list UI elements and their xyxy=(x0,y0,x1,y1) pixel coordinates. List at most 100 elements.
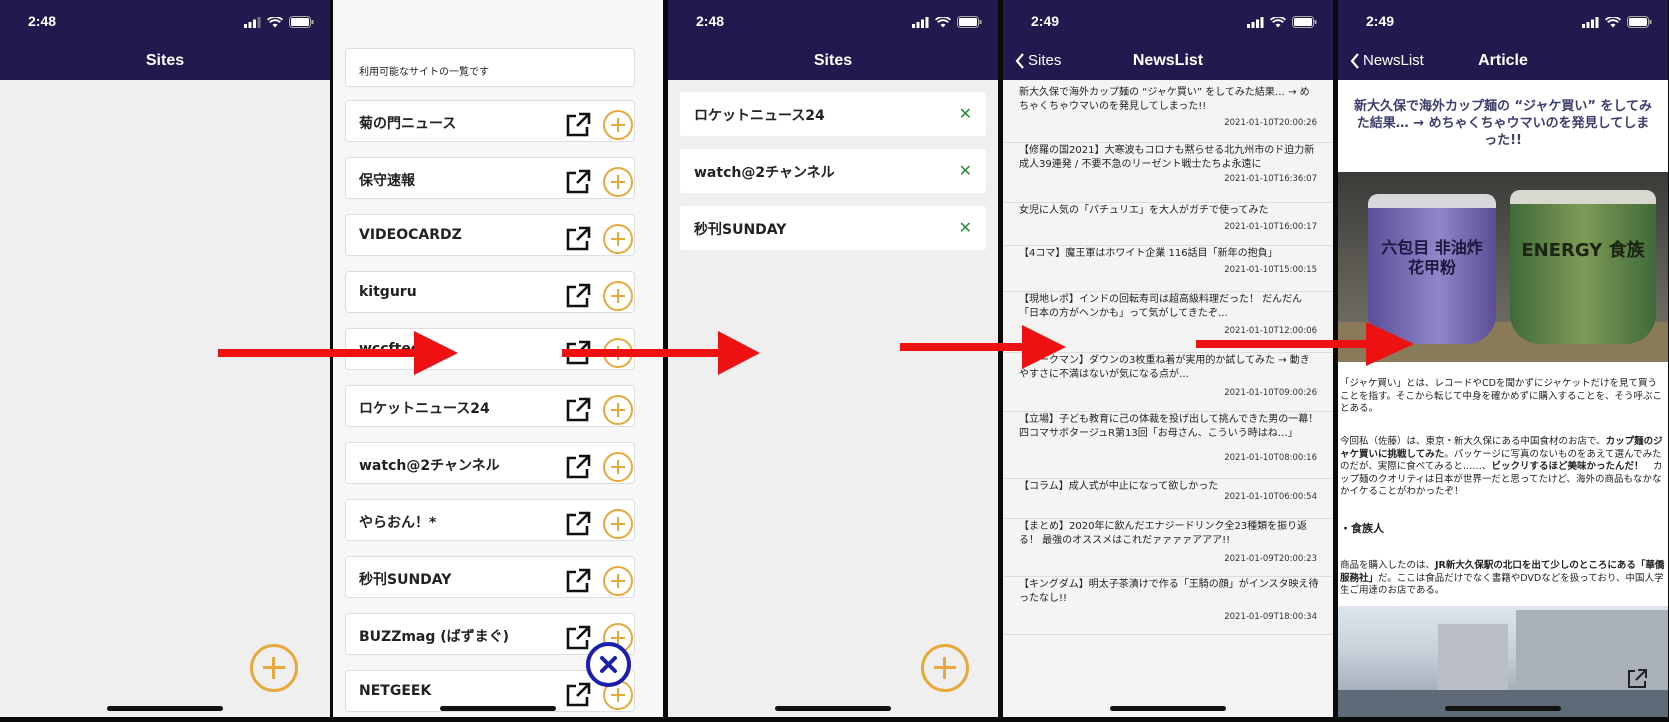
selected-site-label: ロケットニュース24 xyxy=(694,108,825,124)
news-item[interactable]: 【コラム】成人式が中止になって欲しかった 2021-01-10T06:00:54 xyxy=(1003,480,1333,519)
news-item[interactable]: 【修羅の国2021】大寒波もコロナも黙らせる北九州市のド迫力新成人39連発 / … xyxy=(1003,144,1333,203)
picker-header-text: 利用可能なサイトの一覧です xyxy=(359,67,489,78)
open-external-icon[interactable] xyxy=(564,681,592,709)
news-item[interactable]: 新大久保で海外カップ麺の “ジャケ買い” をしてみた結果… → めちゃくちゃウマ… xyxy=(1003,86,1333,143)
photo-street xyxy=(1338,690,1668,717)
add-site-icon[interactable] xyxy=(603,452,633,482)
p3-text-a: 商品を購入したのは、 xyxy=(1340,560,1436,571)
open-external-icon[interactable] xyxy=(564,453,592,481)
article-paragraph-3: 商品を購入したのは、JR新大久保駅の北口を出て少しのところにある「華僑服務社」だ… xyxy=(1340,560,1666,598)
open-external-icon[interactable] xyxy=(564,567,592,595)
site-item[interactable]: 保守速報 xyxy=(345,157,635,199)
status-icons xyxy=(1582,16,1652,28)
page-title: NewsList xyxy=(1132,52,1204,69)
status-icons xyxy=(244,16,314,28)
site-item[interactable]: ロケットニュース24 xyxy=(345,385,635,427)
open-external-icon[interactable] xyxy=(564,225,592,253)
selected-site-label: watch@2チャンネル xyxy=(694,165,835,181)
battery-icon xyxy=(1627,16,1652,28)
site-item[interactable]: やらおん！* xyxy=(345,499,635,541)
news-item-date: 2021-01-09T20:00:23 xyxy=(1224,554,1317,564)
picker-header: 利用可能なサイトの一覧です xyxy=(345,48,635,87)
cup-right: ENERGY 食族 xyxy=(1510,190,1656,344)
p2-bold-b: ビックリするほど美味かったんだ！ xyxy=(1491,461,1644,472)
open-external-icon[interactable] xyxy=(564,396,592,424)
status-time: 2:49 xyxy=(1031,13,1060,29)
nav-bar: Sites xyxy=(668,46,998,80)
news-item[interactable]: 【キングダム】明太子茶漬けで作る「王騎の顔」がインスタ映え待ったなし!! 2021… xyxy=(1003,578,1333,635)
open-external-icon[interactable] xyxy=(564,282,592,310)
add-site-button[interactable] xyxy=(250,644,298,692)
cup-left-label: 六包目 非油炸 花甲粉 xyxy=(1381,238,1483,277)
nav-bar: Sites xyxy=(0,46,330,80)
site-item[interactable]: VIDEOCARDZ xyxy=(345,214,635,256)
news-item-title: 【修羅の国2021】大寒波もコロナも黙らせる北九州市のド迫力新成人39連発 / … xyxy=(1019,145,1315,170)
site-item-label: ロケットニュース24 xyxy=(359,401,490,417)
signal-icon xyxy=(244,16,261,28)
add-site-icon[interactable] xyxy=(603,281,633,311)
status-icons xyxy=(1247,16,1317,28)
wifi-icon xyxy=(1605,16,1621,27)
open-external-icon[interactable] xyxy=(564,510,592,538)
home-indicator xyxy=(1445,706,1561,711)
add-site-button[interactable] xyxy=(921,644,969,692)
site-item-label: BUZZmag (ばずまぐ) xyxy=(359,629,510,645)
status-icons xyxy=(912,16,982,28)
open-external-icon[interactable] xyxy=(564,111,592,139)
add-site-icon[interactable] xyxy=(603,509,633,539)
selected-site-item[interactable]: watch@2チャンネル ✕ xyxy=(680,149,986,193)
home-indicator xyxy=(440,706,556,711)
news-item[interactable]: 【立場】子ども教育に己の体裁を投げ出して挑んできた男の一幕！ 四コマサボタージュ… xyxy=(1003,413,1333,479)
open-external-icon[interactable] xyxy=(1626,668,1648,690)
battery-icon xyxy=(289,16,314,28)
news-item-title: 新大久保で海外カップ麺の “ジャケ買い” をしてみた結果… → めちゃくちゃウマ… xyxy=(1019,87,1310,112)
selected-site-item[interactable]: 秒刊SUNDAY ✕ xyxy=(680,206,986,250)
news-item-title: 【まとめ】2020年に飲んだエナジードリンク全23種類を振り返る！ 最強のオスス… xyxy=(1019,521,1308,546)
open-external-icon[interactable] xyxy=(564,168,592,196)
remove-site-icon[interactable]: ✕ xyxy=(959,218,972,237)
wifi-icon xyxy=(935,16,951,27)
site-item[interactable]: watch@2チャンネル xyxy=(345,442,635,484)
status-time: 2:48 xyxy=(696,13,725,29)
site-item-label: 秒刊SUNDAY xyxy=(359,572,452,588)
news-item-title: 【現地レポ】インドの回転寿司は超高級料理だった！ だんだん「日本の方がヘンかも」… xyxy=(1019,294,1303,319)
add-site-icon[interactable] xyxy=(603,167,633,197)
news-item-date: 2021-01-10T16:36:07 xyxy=(1224,174,1317,184)
site-item[interactable]: 秒刊SUNDAY xyxy=(345,556,635,598)
news-item-date: 2021-01-09T18:00:34 xyxy=(1224,612,1317,622)
site-item-label: やらおん！* xyxy=(359,515,437,531)
article-photo-2 xyxy=(1338,606,1668,717)
selected-site-item[interactable]: ロケットニュース24 ✕ xyxy=(680,92,986,136)
add-site-icon[interactable] xyxy=(603,566,633,596)
wifi-icon xyxy=(267,16,283,27)
transition-arrow-1 xyxy=(218,331,458,375)
status-bar: 2:49 xyxy=(1338,0,1668,46)
remove-site-icon[interactable]: ✕ xyxy=(959,104,972,123)
add-site-icon[interactable] xyxy=(603,110,633,140)
news-item-title: 【キングダム】明太子茶漬けで作る「王騎の顔」がインスタ映え待ったなし!! xyxy=(1019,579,1319,604)
selected-site-label: 秒刊SUNDAY xyxy=(694,222,787,238)
page-title: Sites xyxy=(145,52,185,69)
remove-site-icon[interactable]: ✕ xyxy=(959,161,972,180)
site-item-label: kitguru xyxy=(359,284,417,300)
p2-text-a: 今回私（佐藤）は、東京・新大久保にある中国食材のお店で、 xyxy=(1340,436,1606,447)
p3-text-b: だ。ここは食品だけでなく書籍やDVDなどを扱っており、中国人学生ご用達のお店であ… xyxy=(1340,572,1664,597)
site-item-label: VIDEOCARDZ xyxy=(359,227,462,243)
site-item-label: 菊の門ニュース xyxy=(359,116,457,132)
news-item[interactable]: 【4コマ】魔王軍はホワイト企業 116話目「新年の抱負」 2021-01-10T1… xyxy=(1003,247,1333,292)
news-item-title: 【4コマ】魔王軍はホワイト企業 116話目「新年の抱負」 xyxy=(1019,248,1278,259)
site-item[interactable]: 菊の門ニュース xyxy=(345,100,635,142)
transition-arrow-4 xyxy=(1196,322,1414,366)
add-site-icon[interactable] xyxy=(603,395,633,425)
home-indicator xyxy=(107,706,223,711)
news-item[interactable]: 女児に人気の「パチュリエ」を大人がガチで使ってみた 2021-01-10T16:0… xyxy=(1003,204,1333,246)
news-item[interactable]: 【まとめ】2020年に飲んだエナジードリンク全23種類を振り返る！ 最強のオスス… xyxy=(1003,520,1333,577)
signal-icon xyxy=(912,16,929,28)
site-item[interactable]: kitguru xyxy=(345,271,635,313)
open-external-icon[interactable] xyxy=(564,624,592,652)
transition-arrow-2 xyxy=(562,331,760,375)
add-site-icon[interactable] xyxy=(603,224,633,254)
close-icon xyxy=(600,656,617,673)
close-picker-button[interactable] xyxy=(586,642,631,687)
page-title: Article xyxy=(1478,52,1528,69)
